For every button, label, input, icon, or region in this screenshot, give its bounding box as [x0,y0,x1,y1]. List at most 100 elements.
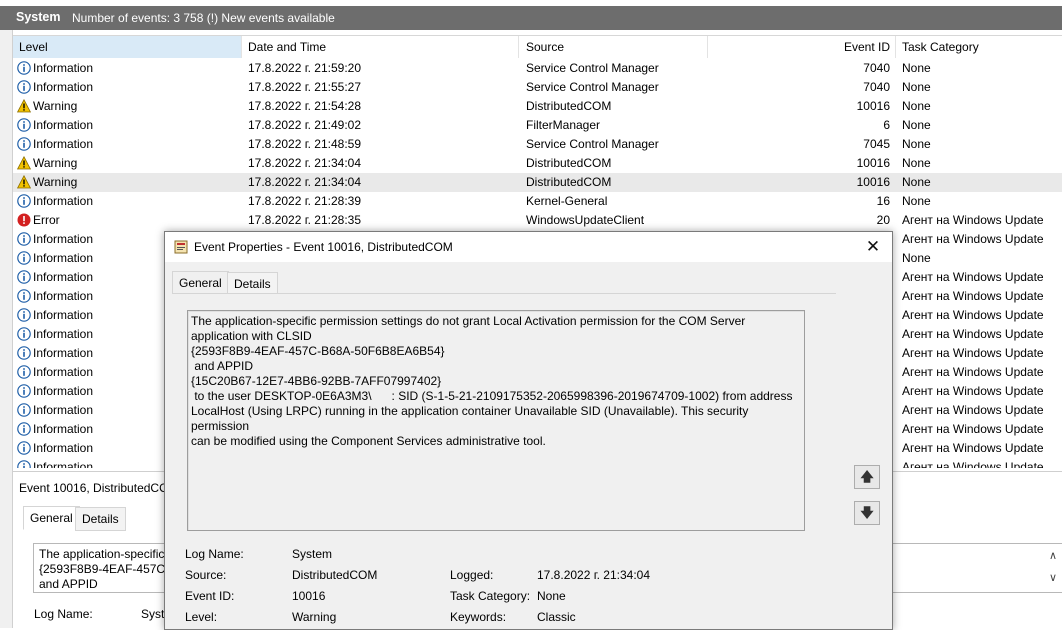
task-cell: None [902,99,931,113]
level-cell: Information [17,116,242,135]
event-id-cell: 10016 [856,99,890,113]
keywords-label: Keywords: [450,610,507,624]
task-cell: None [902,118,931,132]
source-cell: Kernel-General [526,194,608,208]
detail-tab-general[interactable]: General [23,506,80,530]
task-cell: Агент на Windows Update [902,441,1044,455]
level-value: Warning [292,610,337,624]
column-event-id[interactable]: Event ID [708,36,896,58]
log-header: System Number of events: 3 758 (!) New e… [0,6,1062,30]
task-cell: None [902,194,931,208]
keywords-value: Classic [537,610,576,624]
event-id-value: 10016 [292,589,326,603]
level-text: Information [33,327,94,341]
event-description[interactable]: The application-specific permission sett… [187,310,805,531]
table-row[interactable]: Warning 17.8.2022 г. 21:54:28 DistributedC… [13,97,1062,116]
task-cell: Агент на Windows Update [902,289,1044,303]
source-value: DistributedCOM [292,568,378,582]
event-id-cell: 6 [883,118,890,132]
scroll-down-icon[interactable]: ∨ [1045,567,1061,589]
table-row[interactable]: Information 17.8.2022 г. 21:48:59 Service … [13,135,1062,154]
task-cell: None [902,61,931,75]
task-cell: None [902,251,931,265]
close-icon[interactable]: ✕ [862,236,884,258]
event-id-cell: 7045 [863,137,890,151]
date-cell: 17.8.2022 г. 21:59:20 [248,61,362,75]
task-category-value: None [537,589,566,603]
level-text: Information [33,251,94,265]
level-cell: Information [17,135,242,154]
log-title: System [16,10,61,24]
tab-general[interactable]: General [172,271,229,295]
info-icon [17,346,31,360]
event-id-cell: 7040 [863,80,890,94]
table-row[interactable]: Warning 17.8.2022 г. 21:34:04 DistributedC… [13,154,1062,173]
source-cell: Service Control Manager [526,137,659,151]
task-cell: Агент на Windows Update [902,365,1044,379]
next-event-button[interactable]: 🡇 [854,501,880,525]
level-cell: Information [17,59,242,78]
date-cell: 17.8.2022 г. 21:28:35 [248,213,362,227]
column-task[interactable]: Task Category [896,36,1062,58]
column-source-label: Source [526,40,565,54]
source-cell: WindowsUpdateClient [526,213,645,227]
column-level-label: Level [19,40,48,54]
info-icon [17,232,31,246]
event-count: Number of events: 3 758 (!) New events a… [72,11,335,25]
task-cell: Агент на Windows Update [902,403,1044,417]
info-icon [17,441,31,455]
task-cell: None [902,175,931,189]
table-row[interactable]: Information 17.8.2022 г. 21:55:27 Service … [13,78,1062,97]
table-row[interactable]: Warning 17.8.2022 г. 21:34:04 DistributedC… [13,173,1062,192]
date-cell: 17.8.2022 г. 21:28:39 [248,194,362,208]
detail-scrollbar[interactable]: ∧ ∨ [1045,545,1061,589]
detail-log-name-label: Log Name: [34,607,93,621]
column-date-label: Date and Time [248,40,327,54]
column-source[interactable]: Source [519,36,708,58]
info-icon [17,251,31,265]
dialog-titlebar[interactable]: Event Properties - Event 10016, Distribu… [165,232,892,262]
table-row[interactable]: Information 17.8.2022 г. 21:49:02 FilterMa… [13,116,1062,135]
level-cell: Warning [17,173,242,192]
level-text: Warning [33,175,78,189]
table-row[interactable]: Information 17.8.2022 г. 21:59:20 Service … [13,59,1062,78]
error-icon [17,213,31,227]
dialog-tabs: General Details [172,271,872,296]
dialog-title: Event Properties - Event 10016, Distribu… [194,240,453,254]
event-id-cell: 10016 [856,175,890,189]
info-icon [17,80,31,94]
level-label: Level: [185,610,218,624]
warning-icon [17,98,32,113]
task-cell: None [902,137,931,151]
column-date[interactable]: Date and Time [242,36,519,58]
info-icon [17,422,31,436]
task-cell: Агент на Windows Update [902,422,1044,436]
source-cell: Service Control Manager [526,80,659,94]
logged-label: Logged: [450,568,494,582]
task-cell: None [902,156,931,170]
logged-value: 17.8.2022 г. 21:34:04 [537,568,651,582]
info-icon [17,308,31,322]
info-icon [17,61,31,75]
level-cell: Error [17,211,242,230]
table-row[interactable]: Information 17.8.2022 г. 21:28:39 Kernel-G… [13,192,1062,211]
event-viewer-icon [174,240,188,257]
task-cell: Агент на Windows Update [902,384,1044,398]
table-row[interactable]: Error 17.8.2022 г. 21:28:35 WindowsUpdateC… [13,211,1062,230]
event-id-label: Event ID: [185,589,235,603]
detail-tab-details[interactable]: Details [75,507,126,531]
previous-event-button[interactable]: 🡅 [854,465,880,489]
task-cell: Агент на Windows Update [902,270,1044,284]
level-text: Information [33,270,94,284]
level-text: Information [33,365,94,379]
event-id-cell: 20 [876,213,890,227]
level-text: Information [33,422,94,436]
source-cell: FilterManager [526,118,601,132]
info-icon [17,460,31,468]
level-text: Warning [33,156,78,170]
event-properties-dialog: Event Properties - Event 10016, Distribu… [164,231,893,630]
scroll-up-icon[interactable]: ∧ [1045,545,1061,567]
column-level[interactable]: Level [13,36,242,58]
level-text: Information [33,232,94,246]
event-id-cell: 16 [876,194,890,208]
